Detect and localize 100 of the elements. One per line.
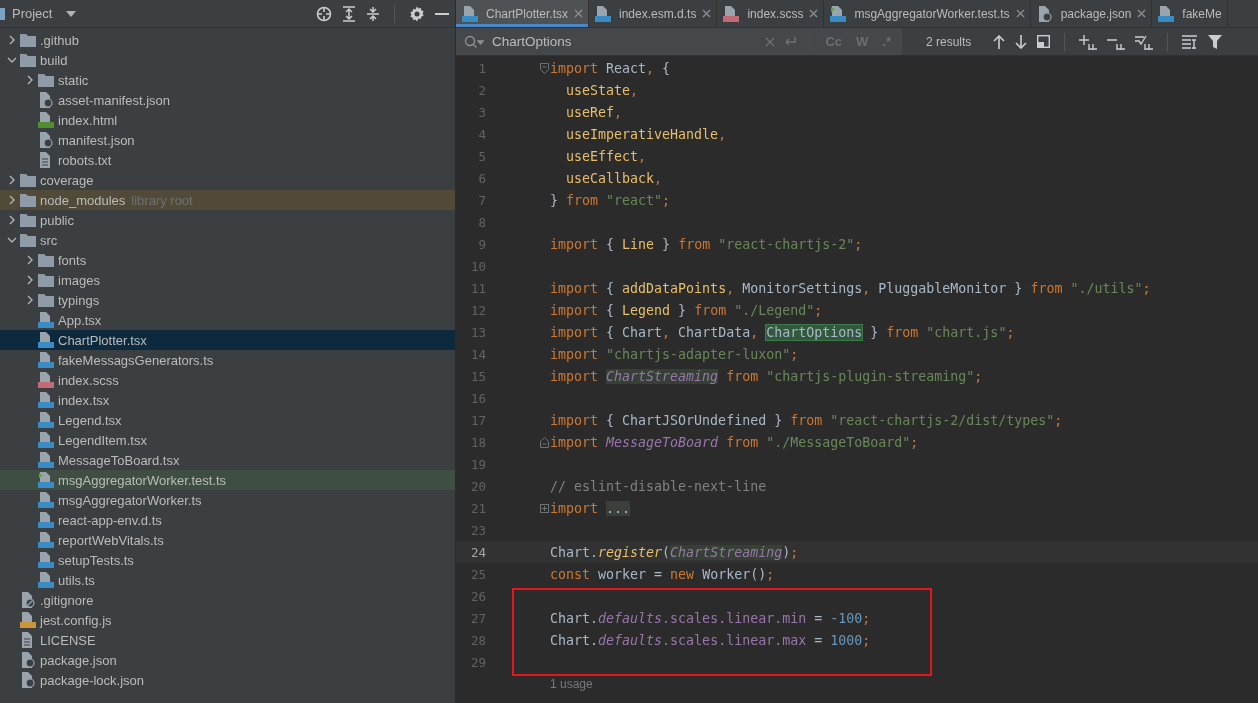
tree-item-name[interactable]: utils.ts <box>58 572 95 588</box>
settings-icon[interactable] <box>409 5 425 22</box>
project-view-dropdown[interactable]: Project <box>12 6 77 21</box>
tree-item-name[interactable]: msgAggregatorWorker.ts <box>58 492 202 508</box>
selected-tree-row[interactable]: ChartPlotter.tsx <box>0 330 455 350</box>
tree-item-name[interactable]: .gitignore <box>40 592 94 608</box>
code-line: import React, { <box>550 60 671 76</box>
close-icon[interactable] <box>1137 9 1147 18</box>
tree-item-name[interactable]: package.json <box>40 652 117 668</box>
code-line: import "chartjs-adapter-luxon"; <box>550 346 799 362</box>
dropdown-caret-icon[interactable] <box>66 10 77 17</box>
file-icon <box>38 512 54 528</box>
chevron-right-icon[interactable] <box>7 175 17 185</box>
file-icon <box>38 432 54 448</box>
tree-item-name[interactable]: Legend.tsx <box>58 412 122 428</box>
expand-all-icon[interactable] <box>342 5 356 22</box>
tree-item-name[interactable]: index.scss <box>58 372 119 388</box>
tree-item-name[interactable]: coverage <box>40 172 94 188</box>
editor-tab[interactable]: package.json <box>1030 0 1153 27</box>
line-number: 15 <box>469 368 486 384</box>
line-number: 23 <box>469 522 486 538</box>
chevron-down-icon[interactable] <box>7 235 17 245</box>
editor-tab[interactable]: index.scss <box>717 0 825 27</box>
tree-item-name[interactable]: robots.txt <box>58 152 112 168</box>
filter-icon[interactable] <box>1208 34 1223 49</box>
editor-tab[interactable]: ChartPlotter.tsx <box>456 0 590 27</box>
file-icon <box>38 532 54 548</box>
tree-item-name[interactable]: App.tsx <box>58 312 102 328</box>
select-all-icon[interactable] <box>1135 33 1154 50</box>
line-number: 11 <box>469 280 486 296</box>
close-icon[interactable] <box>574 9 584 18</box>
chevron-right-icon[interactable] <box>25 275 35 285</box>
collapse-all-icon[interactable] <box>366 5 380 22</box>
tree-item-name[interactable]: build <box>40 52 68 68</box>
locate-icon[interactable] <box>316 5 332 22</box>
fold-marker-icon[interactable] <box>540 436 549 448</box>
usage-hint[interactable]: 1 usage <box>550 677 593 691</box>
chevron-right-icon[interactable] <box>25 75 35 85</box>
file-icon <box>38 92 54 108</box>
fold-marker-icon[interactable] <box>540 62 549 74</box>
arrow-down-icon[interactable] <box>1015 34 1028 49</box>
tree-item-name[interactable]: public <box>40 212 74 228</box>
folder-icon <box>20 33 36 47</box>
highlighted-tree-row[interactable]: msgAggregatorWorker.test.ts <box>0 470 455 490</box>
tree-item-name[interactable]: src <box>40 232 58 248</box>
unfold-marker-icon[interactable] <box>540 503 549 513</box>
code-line: import { Line } from "react-chartjs-2"; <box>550 236 863 252</box>
tree-item-name[interactable]: fonts <box>58 252 87 268</box>
chevron-right-icon[interactable] <box>7 35 17 45</box>
line-number: 14 <box>469 346 486 362</box>
tree-item-name[interactable]: LegendItem.tsx <box>58 432 147 448</box>
folder-icon <box>38 253 54 267</box>
tree-item-name[interactable]: index.html <box>58 112 118 128</box>
add-selection-icon[interactable] <box>1079 33 1098 50</box>
tree-item-name[interactable]: manifest.json <box>58 132 135 148</box>
code-line: import MessageToBoard from "./MessageToBoard"; <box>550 434 919 450</box>
folder-icon <box>38 293 54 307</box>
tree-item-name[interactable]: jest.config.js <box>40 612 112 628</box>
arrow-up-icon[interactable] <box>993 34 1006 49</box>
tree-item-name[interactable]: images <box>58 272 100 288</box>
tree-item-name[interactable]: msgAggregatorWorker.test.ts <box>58 472 227 488</box>
folder-icon <box>20 53 36 67</box>
tree-item-name[interactable]: node_modules <box>40 192 126 208</box>
tree-item-name[interactable]: MessageToBoard.tsx <box>58 452 180 468</box>
chevron-down-icon[interactable] <box>7 55 17 65</box>
window-icon[interactable] <box>1037 35 1051 48</box>
tree-item-name[interactable]: ChartPlotter.tsx <box>58 332 147 348</box>
tree-item-name[interactable]: LICENSE <box>40 632 96 648</box>
file-icon <box>38 352 54 368</box>
line-number: 3 <box>477 104 486 120</box>
tree-item-name[interactable]: setupTests.ts <box>58 552 134 568</box>
tree-item-name[interactable]: reportWebVitals.ts <box>58 532 164 548</box>
tree-item-name[interactable]: index.tsx <box>58 392 110 408</box>
file-icon <box>38 112 54 128</box>
tree-item-name[interactable]: static <box>58 72 89 88</box>
tree-item-name[interactable]: asset-manifest.json <box>58 92 170 108</box>
file-icon <box>20 652 36 668</box>
file-icon <box>1158 5 1175 22</box>
chevron-right-icon[interactable] <box>25 255 35 265</box>
editor-tab[interactable]: fakeMe <box>1152 0 1228 27</box>
close-icon[interactable] <box>1015 9 1025 18</box>
chevron-right-icon[interactable] <box>25 295 35 305</box>
editor-tab[interactable]: msgAggregatorWorker.test.ts <box>824 0 1031 27</box>
code-line: import { addDataPoints, MonitorSettings, PluggableMonitor } from "./utils"; <box>550 280 1151 296</box>
line-number: 26 <box>469 588 486 604</box>
tree-item-name[interactable]: .github <box>40 32 80 48</box>
close-icon[interactable] <box>702 9 712 18</box>
file-icon <box>20 672 36 688</box>
tree-item-name[interactable]: package-lock.json <box>40 672 145 688</box>
tree-item-name[interactable]: typings <box>58 292 100 308</box>
tree-item-name[interactable]: fakeMessagsGenerators.ts <box>58 352 214 368</box>
line-number: 17 <box>469 412 486 428</box>
tree-item-name[interactable]: react-app-env.d.ts <box>58 512 162 528</box>
chevron-right-icon[interactable] <box>7 195 17 205</box>
editor-tab[interactable]: index.esm.d.ts <box>589 0 718 27</box>
filter-lines-icon[interactable] <box>1182 34 1199 49</box>
folder-icon <box>20 173 36 187</box>
file-icon <box>20 612 36 628</box>
close-icon[interactable] <box>809 9 819 18</box>
chevron-right-icon[interactable] <box>7 215 17 225</box>
